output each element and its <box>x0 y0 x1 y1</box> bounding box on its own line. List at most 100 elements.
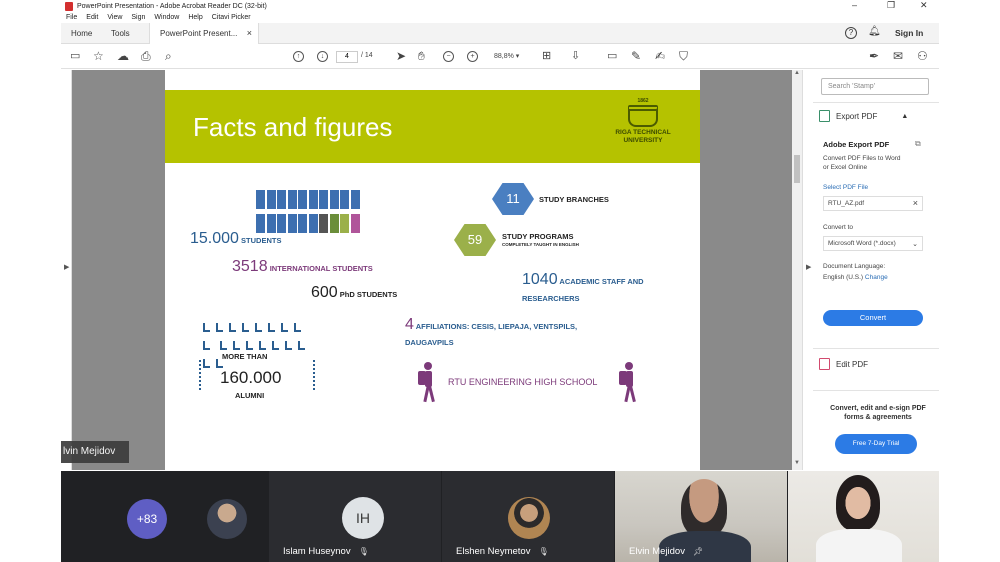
select-pdf-label[interactable]: Select PDF File <box>823 183 868 192</box>
sign-in-button[interactable]: Sign In <box>895 23 923 44</box>
chair-icon <box>242 323 249 332</box>
participant-tile-elshen[interactable]: Elshen Neymetov 🎙︎ <box>442 471 614 562</box>
logo-name-line-1: RIGA TECHNICAL <box>615 129 671 136</box>
save-icon[interactable]: ▭ <box>70 50 80 63</box>
alumni-chair-icons <box>200 320 316 374</box>
fit-page-icon[interactable]: ⊞ <box>542 50 551 63</box>
person-icon <box>287 214 297 233</box>
export-pdf-tool[interactable]: Export PDF ▲ <box>819 110 908 122</box>
export-pdf-label: Export PDF <box>836 111 878 121</box>
staff-label-1: ACADEMIC STAFF AND <box>559 277 644 286</box>
zoom-out-icon[interactable]: − <box>443 51 454 62</box>
participant-name-islam: Islam Huseynov 🎙︎ <box>283 546 369 557</box>
chair-icon <box>229 323 236 332</box>
scrollbar-thumb[interactable] <box>794 155 800 183</box>
participant-tile-elvin[interactable]: Elvin Mejidov 📌︎ <box>615 471 787 562</box>
school-label: RTU ENGINEERING HIGH SCHOOL <box>448 377 598 387</box>
maximize-icon[interactable]: ❐ <box>887 0 895 11</box>
participant-name-elshen-text: Elshen Neymetov <box>456 546 531 557</box>
convert-format-select[interactable]: Microsoft Word (*.docx) ⌄ <box>823 236 923 251</box>
next-page-icon[interactable]: ↓ <box>317 51 328 62</box>
tab-tools[interactable]: Tools <box>111 23 130 44</box>
scroll-mode-icon[interactable]: ⇩ <box>571 50 580 63</box>
toolbar: ▭ ☆ ☁ ⎙ ⌕ ↑ ↓ 4 / 14 ➤ ✋︎ − + 88,8% ▾ ⊞ … <box>61 44 939 69</box>
participant-tile-camera[interactable] <box>788 471 939 562</box>
edit-pdf-tool[interactable]: Edit PDF <box>819 358 868 370</box>
window-titlebar: PowerPoint Presentation - Adobe Acrobat … <box>61 0 939 12</box>
menu-window[interactable]: Window <box>154 14 179 21</box>
free-trial-button[interactable]: Free 7-Day Trial <box>835 434 917 454</box>
copy-icon[interactable]: ⧉ <box>915 139 921 149</box>
page-number-input[interactable]: 4 <box>336 51 358 63</box>
draw-icon[interactable]: ✍︎ <box>655 50 665 63</box>
help-icon[interactable]: ? <box>845 27 857 39</box>
close-window-icon[interactable]: ✕ <box>920 0 928 11</box>
zoom-level-select[interactable]: 88,8% ▾ <box>494 52 519 60</box>
chair-icon <box>216 323 223 332</box>
phd-number: 600 <box>311 284 338 301</box>
menu-bar: File Edit View Sign Window Help Citavi P… <box>61 12 939 23</box>
convert-format-value: Microsoft Word (*.docx) <box>828 240 896 247</box>
close-tab-icon[interactable]: × <box>247 23 252 44</box>
fill-sign-icon[interactable]: ✒︎ <box>869 50 879 63</box>
menu-file[interactable]: File <box>66 14 77 21</box>
search-stamp-input[interactable]: Search 'Stamp' <box>821 78 929 95</box>
affiliations-number: 4 <box>405 316 414 333</box>
selected-file-field[interactable]: RTU_AZ.pdf × <box>823 196 923 211</box>
menu-sign[interactable]: Sign <box>131 14 145 21</box>
staff-label-2: RESEARCHERS <box>522 294 580 303</box>
tab-home[interactable]: Home <box>71 23 92 44</box>
person-icon <box>329 190 339 209</box>
scroll-down-icon[interactable]: ▼ <box>794 460 800 466</box>
document-area[interactable]: ▶ Facts and figures 1862 RIGA TECHNICAL … <box>61 70 802 470</box>
branches-label: STUDY BRANCHES <box>539 195 609 204</box>
menu-view[interactable]: View <box>107 14 122 21</box>
remove-file-icon[interactable]: × <box>913 198 918 208</box>
slide-page: Facts and figures 1862 RIGA TECHNICAL UN… <box>165 70 700 470</box>
zoom-in-icon[interactable]: + <box>467 51 478 62</box>
chevron-up-icon[interactable]: ▲ <box>901 113 908 120</box>
participant-tile-islam[interactable]: IH Islam Huseynov 🎙︎ <box>269 471 441 562</box>
person-icon <box>340 214 349 233</box>
zoom-search-icon[interactable]: ⌕ <box>165 50 172 63</box>
menu-citavi-picker[interactable]: Citavi Picker <box>212 14 251 21</box>
menu-edit[interactable]: Edit <box>86 14 98 21</box>
collapse-panel-icon[interactable]: ▶ <box>806 263 811 271</box>
hand-tool-icon[interactable]: ✋︎ <box>418 50 425 63</box>
person-icon <box>319 190 328 209</box>
left-pane-strip[interactable]: ▶ <box>61 70 72 470</box>
scroll-up-icon[interactable]: ▲ <box>794 70 800 76</box>
pin-icon[interactable]: 📌︎ <box>693 547 703 556</box>
minimize-icon[interactable]: – <box>852 0 857 10</box>
cloud-upload-icon[interactable]: ☁ <box>117 50 129 63</box>
tab-document[interactable]: PowerPoint Present... × <box>149 23 259 44</box>
participant-video-shoulders <box>816 529 902 562</box>
bookmark-star-icon[interactable]: ☆ <box>93 50 104 63</box>
more-participants-badge[interactable]: +83 <box>127 499 167 539</box>
selected-file-name: RTU_AZ.pdf <box>828 200 865 207</box>
affiliations-label-1: AFFILIATIONS: CESIS, LIEPAJA, VENTSPILS, <box>415 322 578 331</box>
mail-icon[interactable]: ✉︎ <box>893 50 903 63</box>
chevron-down-icon: ⌄ <box>912 241 918 248</box>
highlight-pen-icon[interactable]: ✎ <box>631 50 641 63</box>
prev-page-icon[interactable]: ↑ <box>293 51 304 62</box>
share-user-icon[interactable]: ⚇ <box>917 50 928 63</box>
change-language-link[interactable]: Change <box>865 274 888 281</box>
print-icon[interactable]: ⎙ <box>141 50 151 63</box>
bell-icon[interactable]: 🔔︎ <box>868 26 881 37</box>
select-cursor-icon[interactable]: ➤ <box>396 50 406 63</box>
stamp-icon[interactable]: ⛉ <box>679 50 688 63</box>
participant-tile-overflow[interactable]: +83 <box>61 471 268 562</box>
participant-name-elshen: Elshen Neymetov 🎙︎ <box>456 546 549 557</box>
chair-icon <box>255 323 262 332</box>
comment-icon[interactable]: ▭ <box>607 50 617 63</box>
person-icon <box>329 214 339 233</box>
chair-icon <box>203 323 210 332</box>
document-scrollbar[interactable]: ▲ ▼ <box>792 70 802 470</box>
participant-avatar-photo <box>508 497 550 539</box>
logo-name-line-2: UNIVERSITY <box>623 137 663 144</box>
expand-left-pane-icon[interactable]: ▶ <box>64 263 69 271</box>
menu-help[interactable]: Help <box>188 14 202 21</box>
convert-button[interactable]: Convert <box>823 310 923 326</box>
affiliations-stat: 4 AFFILIATIONS: CESIS, LIEPAJA, VENTSPIL… <box>405 316 577 334</box>
